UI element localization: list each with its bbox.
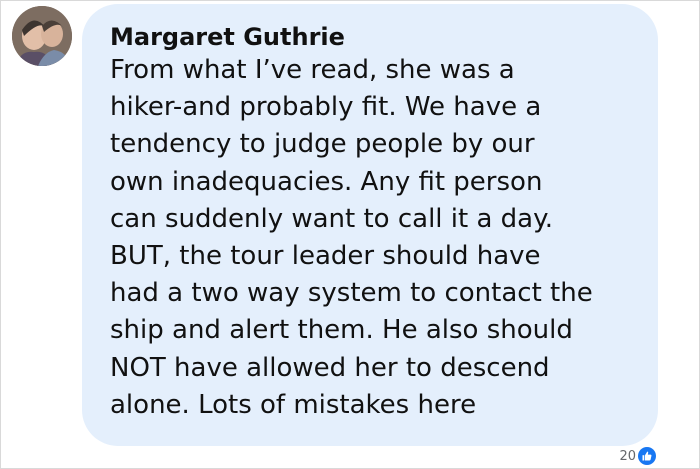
comment-text-line: had a two way system to contact the	[110, 278, 593, 309]
like-icon	[638, 447, 656, 465]
comment-text-line: hiker-and probably fit. We have a	[110, 92, 542, 123]
comment-text-line: can suddenly want to call it a day.	[110, 203, 554, 234]
comment-text: From what I’ve read, she was a hiker-and…	[110, 52, 650, 424]
comment-text-line: own inadequacies. Any fit person	[110, 166, 543, 197]
comment-text-line: BUT, the tour leader should have	[110, 241, 541, 272]
comment-text-line: alone. Lots of mistakes here	[110, 389, 477, 420]
comment-text-line: NOT have allowed her to descend	[110, 352, 550, 383]
reaction-count: 20	[619, 448, 636, 464]
comment-text-line: From what I’ve read, she was a	[110, 55, 515, 85]
avatar-photo	[12, 6, 72, 66]
comment-text-line: ship and alert them. He also should	[110, 315, 573, 346]
comment-author[interactable]: Margaret Guthrie	[110, 23, 345, 51]
reactions-summary[interactable]: 20	[619, 446, 656, 466]
comment-text-line: tendency to judge people by our	[110, 129, 535, 160]
avatar[interactable]	[12, 6, 72, 66]
